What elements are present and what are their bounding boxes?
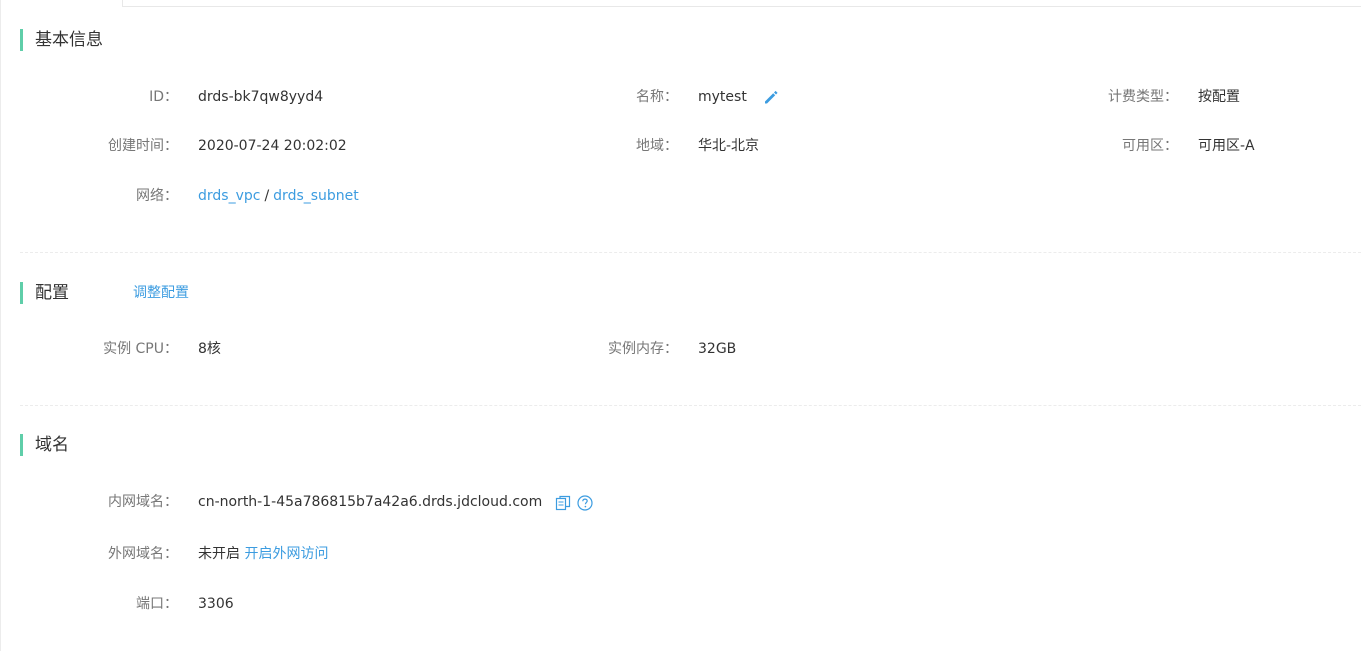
external-domain-label: 外网域名： [108,546,178,562]
subnet-link[interactable]: drds_subnet [273,188,359,204]
region-label: 地域： [636,138,678,154]
name-value: mytest [698,89,747,105]
billing-label: 计费类型： [1108,89,1178,105]
port-value: 3306 [198,596,234,612]
section-title-domain: 域名 [20,434,69,456]
tab-strip [0,0,1361,7]
port-label: 端口： [136,596,178,612]
id-value: drds-bk7qw8yyd4 [198,89,324,105]
internal-domain-label: 内网域名： [108,494,178,510]
section-divider [20,405,1361,406]
id-label: ID： [149,89,178,105]
network-value: drds_vpc / drds_subnet [198,186,359,206]
help-circle-icon[interactable] [577,495,593,511]
external-status: 未开启 [198,546,240,562]
memory-value: 32GB [698,341,737,357]
enable-external-access-link[interactable]: 开启外网访问 [244,546,328,562]
external-domain-value: 未开启 开启外网访问 [198,544,328,564]
cpu-value: 8核 [198,341,221,357]
pencil-icon[interactable] [762,88,780,106]
created-label: 创建时间： [108,138,178,154]
active-tab[interactable] [0,0,123,7]
az-value: 可用区-A [1198,138,1255,154]
adjust-config-link[interactable]: 调整配置 [133,282,189,304]
cpu-label: 实例 CPU： [103,341,178,357]
left-border [0,0,1,651]
copy-icon[interactable] [555,495,571,511]
section-title-basic-info: 基本信息 [20,29,103,51]
network-separator: / [264,188,270,204]
created-value: 2020-07-24 20:02:02 [198,138,347,154]
name-label: 名称： [636,89,678,105]
billing-value: 按配置 [1198,89,1240,105]
section-divider [20,252,1361,253]
memory-label: 实例内存： [608,341,678,357]
internal-domain-value: cn-north-1-45a786815b7a42a6.drds.jdcloud… [198,494,543,510]
network-label: 网络： [136,188,178,204]
vpc-link[interactable]: drds_vpc [198,188,260,204]
section-title-config: 配置 [20,282,69,304]
region-value: 华北-北京 [698,138,760,154]
az-label: 可用区： [1122,138,1178,154]
